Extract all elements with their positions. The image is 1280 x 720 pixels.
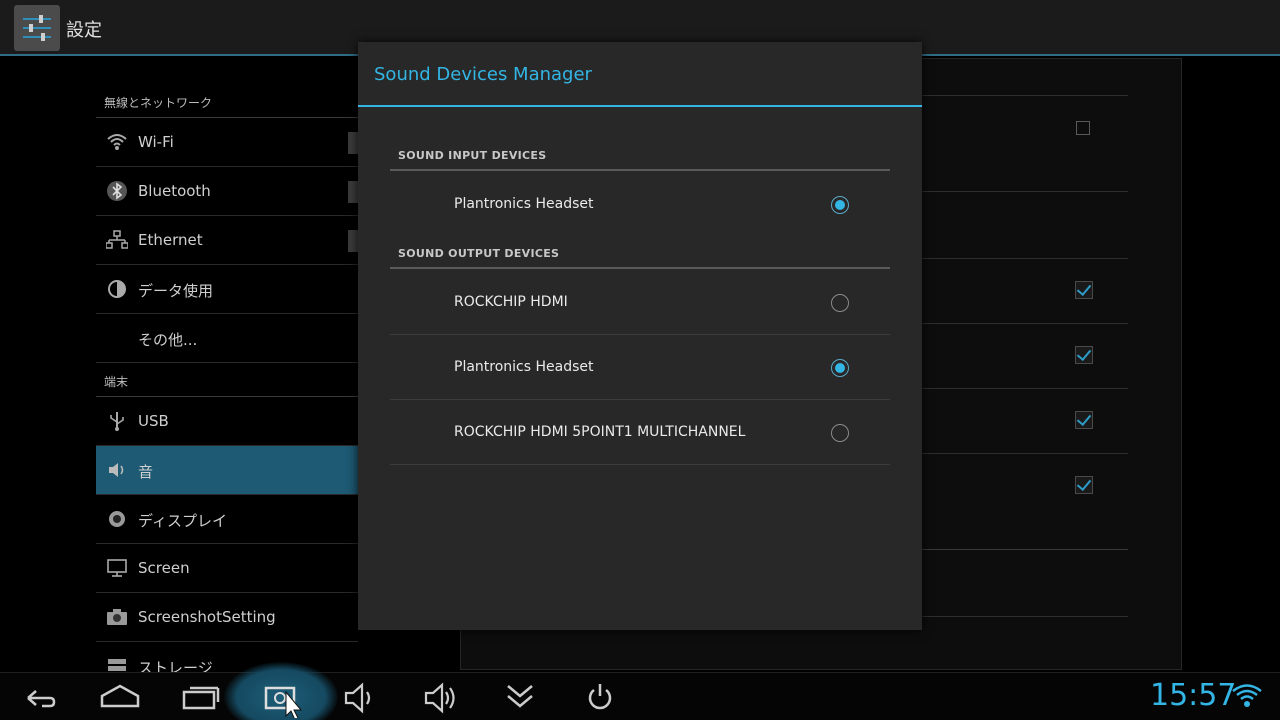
settings-item-label: Bluetooth <box>138 182 211 200</box>
speaker-icon <box>109 463 124 477</box>
collapse-icon <box>507 685 533 708</box>
settings-sliders-icon[interactable] <box>14 5 60 51</box>
storage-icon <box>108 659 126 671</box>
monitor-icon <box>107 559 127 577</box>
settings-item-label: その他... <box>138 331 198 349</box>
settings-item-label: ストレージ <box>138 659 213 672</box>
back-button[interactable] <box>10 676 70 716</box>
settings-item-bluetooth[interactable]: Bluetooth <box>96 167 358 216</box>
ethernet-toggle[interactable] <box>348 230 358 252</box>
settings-item-label: USB <box>138 412 169 430</box>
dialog-title: Sound Devices Manager <box>374 64 592 85</box>
setting-checkbox[interactable] <box>1075 346 1093 364</box>
output-device-row[interactable]: ROCKCHIP HDMI <box>390 270 890 335</box>
bluetooth-toggle[interactable] <box>348 181 358 203</box>
device-label: Plantronics Headset <box>454 196 594 212</box>
usb-icon <box>110 412 124 431</box>
volume-up-icon <box>424 682 455 714</box>
settings-item-usb[interactable]: USB <box>96 397 358 446</box>
setting-checkbox[interactable] <box>1075 476 1093 494</box>
input-device-row[interactable]: Plantronics Headset <box>390 172 890 237</box>
recent-apps-button[interactable] <box>170 676 230 716</box>
settings-item-ethernet[interactable]: Ethernet <box>96 216 358 265</box>
setting-checkbox[interactable] <box>1076 121 1090 135</box>
category-header-wireless: 無線とネットワーク <box>96 84 358 118</box>
settings-item-storage[interactable]: ストレージ <box>96 642 358 672</box>
volume-up-button[interactable] <box>412 676 472 716</box>
setting-checkbox[interactable] <box>1075 281 1093 299</box>
settings-item-screenshot-setting[interactable]: ScreenshotSetting <box>96 593 358 642</box>
power-button[interactable] <box>572 676 632 716</box>
home-icon <box>100 684 140 708</box>
power-icon <box>588 684 612 710</box>
device-label: ROCKCHIP HDMI 5POINT1 MULTICHANNEL <box>454 424 746 440</box>
settings-item-label: 音 <box>138 463 154 481</box>
volume-down-button[interactable] <box>332 676 392 716</box>
settings-item-sound[interactable]: 音 <box>96 446 358 495</box>
settings-item-label: Wi-Fi <box>138 133 174 151</box>
device-radio[interactable] <box>831 294 849 312</box>
category-header-device: 端末 <box>96 363 358 397</box>
settings-item-label: データ使用 <box>138 282 214 300</box>
device-radio[interactable] <box>831 424 849 442</box>
sound-devices-manager-dialog: Sound Devices Manager SOUND INPUT DEVICE… <box>358 42 922 630</box>
screenshot-icon <box>264 686 303 718</box>
wifi-toggle[interactable] <box>348 132 358 154</box>
device-radio-selected[interactable] <box>831 359 849 377</box>
device-radio-selected[interactable] <box>831 196 849 214</box>
status-clock: 15:57 <box>1150 678 1237 713</box>
bluetooth-icon <box>107 181 127 201</box>
output-device-row[interactable]: ROCKCHIP HDMI 5POINT1 MULTICHANNEL <box>390 400 890 465</box>
output-devices-header: SOUND OUTPUT DEVICES <box>398 247 560 260</box>
data-usage-icon <box>108 280 126 298</box>
settings-item-label: Screen <box>138 559 190 577</box>
settings-item-label: ScreenshotSetting <box>138 608 276 626</box>
device-label: ROCKCHIP HDMI <box>454 294 568 310</box>
settings-category-list: 無線とネットワーク Wi-Fi Bluetooth Ethernet データ使用… <box>96 84 358 672</box>
wifi-signal-icon <box>1232 684 1262 707</box>
settings-item-screen[interactable]: Screen <box>96 544 358 593</box>
volume-down-icon <box>344 682 371 714</box>
back-icon <box>27 690 56 708</box>
title-divider <box>358 105 922 107</box>
settings-item-more[interactable]: その他... <box>96 314 358 363</box>
settings-item-data-usage[interactable]: データ使用 <box>96 265 358 314</box>
screenshot-button[interactable] <box>252 676 312 718</box>
collapse-button[interactable] <box>492 676 552 716</box>
settings-item-display[interactable]: ディスプレイ <box>96 495 358 544</box>
input-devices-header: SOUND INPUT DEVICES <box>398 149 547 162</box>
display-brightness-icon <box>109 511 125 527</box>
setting-checkbox[interactable] <box>1075 411 1093 429</box>
section-divider <box>390 267 890 269</box>
device-label: Plantronics Headset <box>454 359 594 375</box>
section-divider <box>390 169 890 171</box>
output-device-row[interactable]: Plantronics Headset <box>390 335 890 400</box>
camera-icon <box>107 609 127 625</box>
recent-apps-icon <box>182 686 220 710</box>
ethernet-icon <box>106 230 128 249</box>
settings-item-wifi[interactable]: Wi-Fi <box>96 118 358 167</box>
page-title: 設定 <box>66 20 102 41</box>
settings-item-label: Ethernet <box>138 231 203 249</box>
wifi-icon <box>107 134 127 150</box>
home-button[interactable] <box>90 676 150 716</box>
settings-item-label: ディスプレイ <box>138 512 227 530</box>
